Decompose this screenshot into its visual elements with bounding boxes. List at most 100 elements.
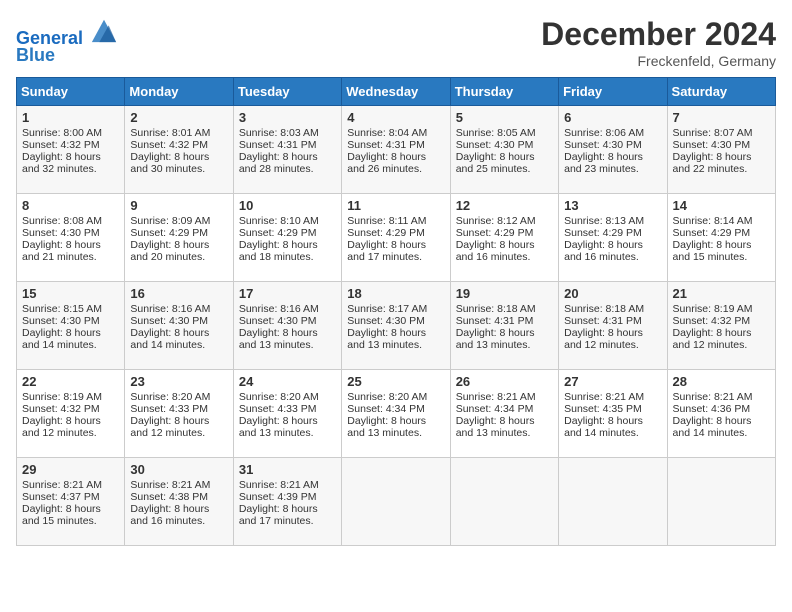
- daylight-text: Daylight: 8 hours and 30 minutes.: [130, 151, 209, 175]
- sunset-text: Sunset: 4:29 PM: [673, 227, 751, 239]
- daylight-text: Daylight: 8 hours and 14 minutes.: [22, 327, 101, 351]
- day-number: 30: [130, 462, 227, 477]
- sunrise-text: Sunrise: 8:12 AM: [456, 215, 536, 227]
- daylight-text: Daylight: 8 hours and 16 minutes.: [564, 239, 643, 263]
- calendar-cell: 8Sunrise: 8:08 AMSunset: 4:30 PMDaylight…: [17, 194, 125, 282]
- calendar-week-4: 22Sunrise: 8:19 AMSunset: 4:32 PMDayligh…: [17, 370, 776, 458]
- logo-text: General: [16, 16, 118, 49]
- daylight-text: Daylight: 8 hours and 12 minutes.: [130, 415, 209, 439]
- calendar-cell: 16Sunrise: 8:16 AMSunset: 4:30 PMDayligh…: [125, 282, 233, 370]
- location: Freckenfeld, Germany: [541, 53, 776, 69]
- calendar-cell: 15Sunrise: 8:15 AMSunset: 4:30 PMDayligh…: [17, 282, 125, 370]
- sunrise-text: Sunrise: 8:10 AM: [239, 215, 319, 227]
- daylight-text: Daylight: 8 hours and 23 minutes.: [564, 151, 643, 175]
- sunrise-text: Sunrise: 8:16 AM: [130, 303, 210, 315]
- calendar-cell: 9Sunrise: 8:09 AMSunset: 4:29 PMDaylight…: [125, 194, 233, 282]
- calendar-cell: 14Sunrise: 8:14 AMSunset: 4:29 PMDayligh…: [667, 194, 775, 282]
- sunrise-text: Sunrise: 8:00 AM: [22, 127, 102, 139]
- calendar-cell: 12Sunrise: 8:12 AMSunset: 4:29 PMDayligh…: [450, 194, 558, 282]
- daylight-text: Daylight: 8 hours and 13 minutes.: [347, 415, 426, 439]
- day-number: 27: [564, 374, 661, 389]
- calendar-cell: 24Sunrise: 8:20 AMSunset: 4:33 PMDayligh…: [233, 370, 341, 458]
- logo-icon: [90, 16, 118, 44]
- daylight-text: Daylight: 8 hours and 28 minutes.: [239, 151, 318, 175]
- calendar-cell: 6Sunrise: 8:06 AMSunset: 4:30 PMDaylight…: [559, 106, 667, 194]
- title-block: December 2024 Freckenfeld, Germany: [541, 16, 776, 69]
- calendar-cell: 5Sunrise: 8:05 AMSunset: 4:30 PMDaylight…: [450, 106, 558, 194]
- sunrise-text: Sunrise: 8:13 AM: [564, 215, 644, 227]
- calendar-cell: 25 Sunrise: 8:20 AMSunset: 4:34 PMDayligh…: [342, 370, 450, 458]
- daylight-text: Daylight: 8 hours and 14 minutes.: [673, 415, 752, 439]
- calendar-cell: 30Sunrise: 8:21 AMSunset: 4:38 PMDayligh…: [125, 458, 233, 546]
- calendar-body: 1Sunrise: 8:00 AMSunset: 4:32 PMDaylight…: [17, 106, 776, 546]
- calendar-cell: [342, 458, 450, 546]
- calendar-cell: 20Sunrise: 8:18 AMSunset: 4:31 PMDayligh…: [559, 282, 667, 370]
- calendar-cell: 18Sunrise: 8:17 AMSunset: 4:30 PMDayligh…: [342, 282, 450, 370]
- month-title: December 2024: [541, 16, 776, 53]
- sunset-text: Sunset: 4:31 PM: [456, 315, 534, 327]
- sunrise-text: Sunrise: 8:11 AM: [347, 215, 426, 227]
- sunset-text: Sunset: 4:30 PM: [347, 315, 425, 327]
- sunrise-text: Sunrise: 8:20 AM: [347, 391, 427, 403]
- calendar-cell: 13Sunrise: 8:13 AMSunset: 4:29 PMDayligh…: [559, 194, 667, 282]
- calendar-cell: 21Sunrise: 8:19 AMSunset: 4:32 PMDayligh…: [667, 282, 775, 370]
- sunrise-text: Sunrise: 8:19 AM: [22, 391, 102, 403]
- day-number: 3: [239, 110, 336, 125]
- sunset-text: Sunset: 4:32 PM: [22, 403, 100, 415]
- weekday-header-sunday: Sunday: [17, 78, 125, 106]
- calendar-cell: 27Sunrise: 8:21 AMSunset: 4:35 PMDayligh…: [559, 370, 667, 458]
- sunset-text: Sunset: 4:33 PM: [239, 403, 317, 415]
- daylight-text: Daylight: 8 hours and 12 minutes.: [22, 415, 101, 439]
- day-number: 7: [673, 110, 770, 125]
- sunrise-text: Sunrise: 8:14 AM: [673, 215, 753, 227]
- calendar-cell: 3Sunrise: 8:03 AMSunset: 4:31 PMDaylight…: [233, 106, 341, 194]
- calendar-cell: 11Sunrise: 8:11 AMSunset: 4:29 PMDayligh…: [342, 194, 450, 282]
- daylight-text: Daylight: 8 hours and 14 minutes.: [130, 327, 209, 351]
- daylight-text: Daylight: 8 hours and 20 minutes.: [130, 239, 209, 263]
- calendar-week-3: 15Sunrise: 8:15 AMSunset: 4:30 PMDayligh…: [17, 282, 776, 370]
- sunrise-text: Sunrise: 8:01 AM: [130, 127, 210, 139]
- daylight-text: Daylight: 8 hours and 13 minutes.: [239, 415, 318, 439]
- calendar-cell: [667, 458, 775, 546]
- sunset-text: Sunset: 4:29 PM: [564, 227, 642, 239]
- daylight-text: Daylight: 8 hours and 22 minutes.: [673, 151, 752, 175]
- sunset-text: Sunset: 4:34 PM: [347, 403, 425, 415]
- calendar-cell: 19Sunrise: 8:18 AMSunset: 4:31 PMDayligh…: [450, 282, 558, 370]
- daylight-text: Daylight: 8 hours and 13 minutes.: [239, 327, 318, 351]
- logo: General Blue: [16, 16, 122, 66]
- day-number: 25: [347, 374, 444, 389]
- daylight-text: Daylight: 8 hours and 17 minutes.: [347, 239, 426, 263]
- daylight-text: Daylight: 8 hours and 13 minutes.: [456, 327, 535, 351]
- sunrise-text: Sunrise: 8:08 AM: [22, 215, 102, 227]
- calendar-cell: 4Sunrise: 8:04 AMSunset: 4:31 PMDaylight…: [342, 106, 450, 194]
- day-number: 10: [239, 198, 336, 213]
- daylight-text: Daylight: 8 hours and 17 minutes.: [239, 503, 318, 527]
- sunset-text: Sunset: 4:33 PM: [130, 403, 208, 415]
- day-number: 22: [22, 374, 119, 389]
- weekday-header-row: SundayMondayTuesdayWednesdayThursdayFrid…: [17, 78, 776, 106]
- calendar-week-5: 29Sunrise: 8:21 AMSunset: 4:37 PMDayligh…: [17, 458, 776, 546]
- day-number: 1: [22, 110, 119, 125]
- calendar-week-1: 1Sunrise: 8:00 AMSunset: 4:32 PMDaylight…: [17, 106, 776, 194]
- sunset-text: Sunset: 4:30 PM: [239, 315, 317, 327]
- weekday-header-friday: Friday: [559, 78, 667, 106]
- day-number: 31: [239, 462, 336, 477]
- day-number: 12: [456, 198, 553, 213]
- daylight-text: Daylight: 8 hours and 16 minutes.: [456, 239, 535, 263]
- sunrise-text: Sunrise: 8:15 AM: [22, 303, 102, 315]
- sunset-text: Sunset: 4:35 PM: [564, 403, 642, 415]
- day-number: 19: [456, 286, 553, 301]
- calendar-cell: 10Sunrise: 8:10 AMSunset: 4:29 PMDayligh…: [233, 194, 341, 282]
- sunset-text: Sunset: 4:30 PM: [673, 139, 751, 151]
- sunrise-text: Sunrise: 8:07 AM: [673, 127, 753, 139]
- sunset-text: Sunset: 4:34 PM: [456, 403, 534, 415]
- sunrise-text: Sunrise: 8:04 AM: [347, 127, 427, 139]
- calendar-cell: 1Sunrise: 8:00 AMSunset: 4:32 PMDaylight…: [17, 106, 125, 194]
- day-number: 24: [239, 374, 336, 389]
- weekday-header-saturday: Saturday: [667, 78, 775, 106]
- sunrise-text: Sunrise: 8:21 AM: [673, 391, 753, 403]
- sunrise-text: Sunrise: 8:21 AM: [22, 479, 102, 491]
- sunset-text: Sunset: 4:29 PM: [130, 227, 208, 239]
- calendar-table: SundayMondayTuesdayWednesdayThursdayFrid…: [16, 77, 776, 546]
- sunset-text: Sunset: 4:32 PM: [673, 315, 751, 327]
